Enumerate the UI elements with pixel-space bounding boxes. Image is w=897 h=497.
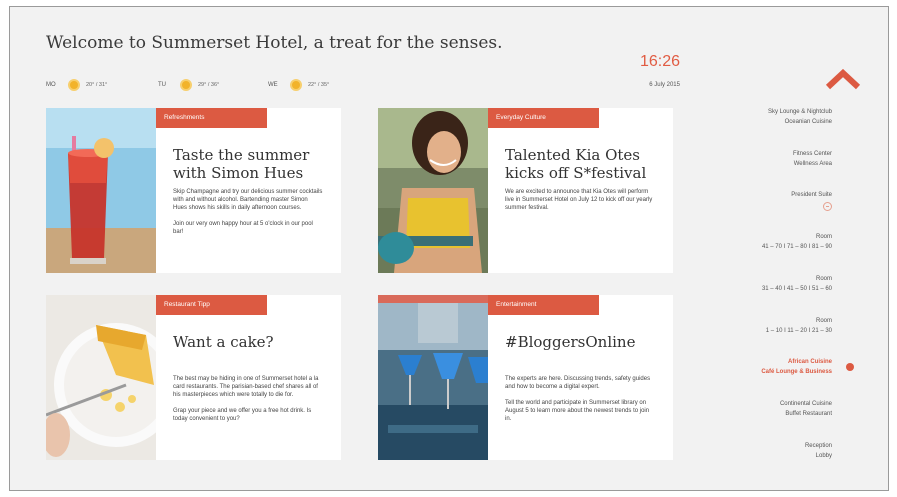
floor-item[interactable]: Room 1 – 10 I 11 – 20 I 21 – 30: [690, 316, 832, 336]
weather-temp: 29° / 36°: [198, 82, 220, 88]
welcome-heading: Welcome to Summerset Hotel, a treat for …: [46, 33, 503, 53]
card-title: #BloggersOnline: [505, 333, 636, 351]
floor-item[interactable]: President Suite: [690, 190, 832, 215]
card-paragraph: The experts are here. Discussing trends,…: [505, 376, 651, 390]
floor-item[interactable]: Room 41 – 70 I 71 – 80 I 81 – 90: [690, 232, 832, 252]
card-restaurant-tipp[interactable]: Restaurant Tipp Want a cake? The best ma…: [46, 295, 341, 460]
card-paragraph: Skip Champagne and try our delicious sum…: [173, 189, 323, 211]
card-title: Want a cake?: [173, 333, 274, 351]
floor-item[interactable]: Continental Cuisine Buffet Restaurant: [690, 399, 832, 419]
card-everyday-culture[interactable]: Everyday Culture Talented Kia Otes kicks…: [378, 108, 673, 273]
card-tag: Refreshments: [156, 108, 267, 128]
floor-item[interactable]: Reception Lobby: [690, 441, 832, 461]
card-tag: Restaurant Tipp: [156, 295, 267, 315]
weather-day-0: MO 20° / 31°: [46, 78, 107, 92]
card-tag: Entertainment: [488, 295, 599, 315]
chevron-up-icon[interactable]: [826, 69, 860, 91]
card-body: The best may be hiding in one of Summers…: [173, 375, 323, 431]
card-title: Talented Kia Otes kicks off S*festival: [505, 146, 647, 182]
lounge-photo: [378, 295, 488, 460]
clock: 16:26: [639, 53, 680, 70]
card-paragraph: Join our very own happy hour at 5 o'cloc…: [173, 221, 313, 235]
card-paragraph: Grap your piece and we offer you a free …: [173, 408, 312, 422]
kiosk-screen: Welcome to Summerset Hotel, a treat for …: [9, 6, 889, 491]
sun-icon: [68, 79, 80, 91]
singer-photo: [378, 108, 488, 273]
card-title: Taste the summer with Simon Hues: [173, 146, 310, 182]
date-label: 6 July 2015: [649, 82, 680, 88]
weather-day-label: MO: [46, 82, 56, 88]
floor-item[interactable]: Fitness Center Wellness Area: [690, 149, 832, 169]
weather-temp: 22° / 35°: [308, 82, 330, 88]
sun-icon: [180, 79, 192, 91]
floor-directory: Sky Lounge & Nightclub Oceanian Cuisine …: [690, 7, 888, 490]
minus-circle-icon: [823, 202, 832, 211]
weather-temp: 20° / 31°: [86, 82, 108, 88]
cake-photo: [46, 295, 156, 460]
card-refreshments[interactable]: Refreshments Taste the summer with Simon…: [46, 108, 341, 273]
card-body: We are excited to announce that Kia Otes…: [505, 188, 655, 220]
card-paragraph: The best may be hiding in one of Summers…: [173, 376, 319, 398]
card-entertainment[interactable]: Entertainment #BloggersOnline The expert…: [378, 295, 673, 460]
floor-item-current[interactable]: African Cuisine Café Lounge & Business: [690, 357, 832, 377]
card-tag: Everyday Culture: [488, 108, 599, 128]
cocktail-photo: [46, 108, 156, 273]
weather-day-2: WE 22° / 35°: [268, 78, 329, 92]
card-body: Skip Champagne and try our delicious sum…: [173, 188, 323, 244]
card-body: The experts are here. Discussing trends,…: [505, 375, 655, 431]
weather-day-label: TU: [158, 82, 166, 88]
card-paragraph: We are excited to announce that Kia Otes…: [505, 189, 653, 211]
current-floor-indicator: [846, 363, 854, 371]
sun-icon: [290, 79, 302, 91]
weather-day-label: WE: [268, 82, 278, 88]
weather-day-1: TU 29° / 36°: [158, 78, 219, 92]
card-paragraph: Tell the world and participate in Summer…: [505, 400, 650, 422]
floor-item[interactable]: Room 31 – 40 I 41 – 50 I 51 – 60: [690, 274, 832, 294]
floor-item[interactable]: Sky Lounge & Nightclub Oceanian Cuisine: [690, 107, 832, 127]
